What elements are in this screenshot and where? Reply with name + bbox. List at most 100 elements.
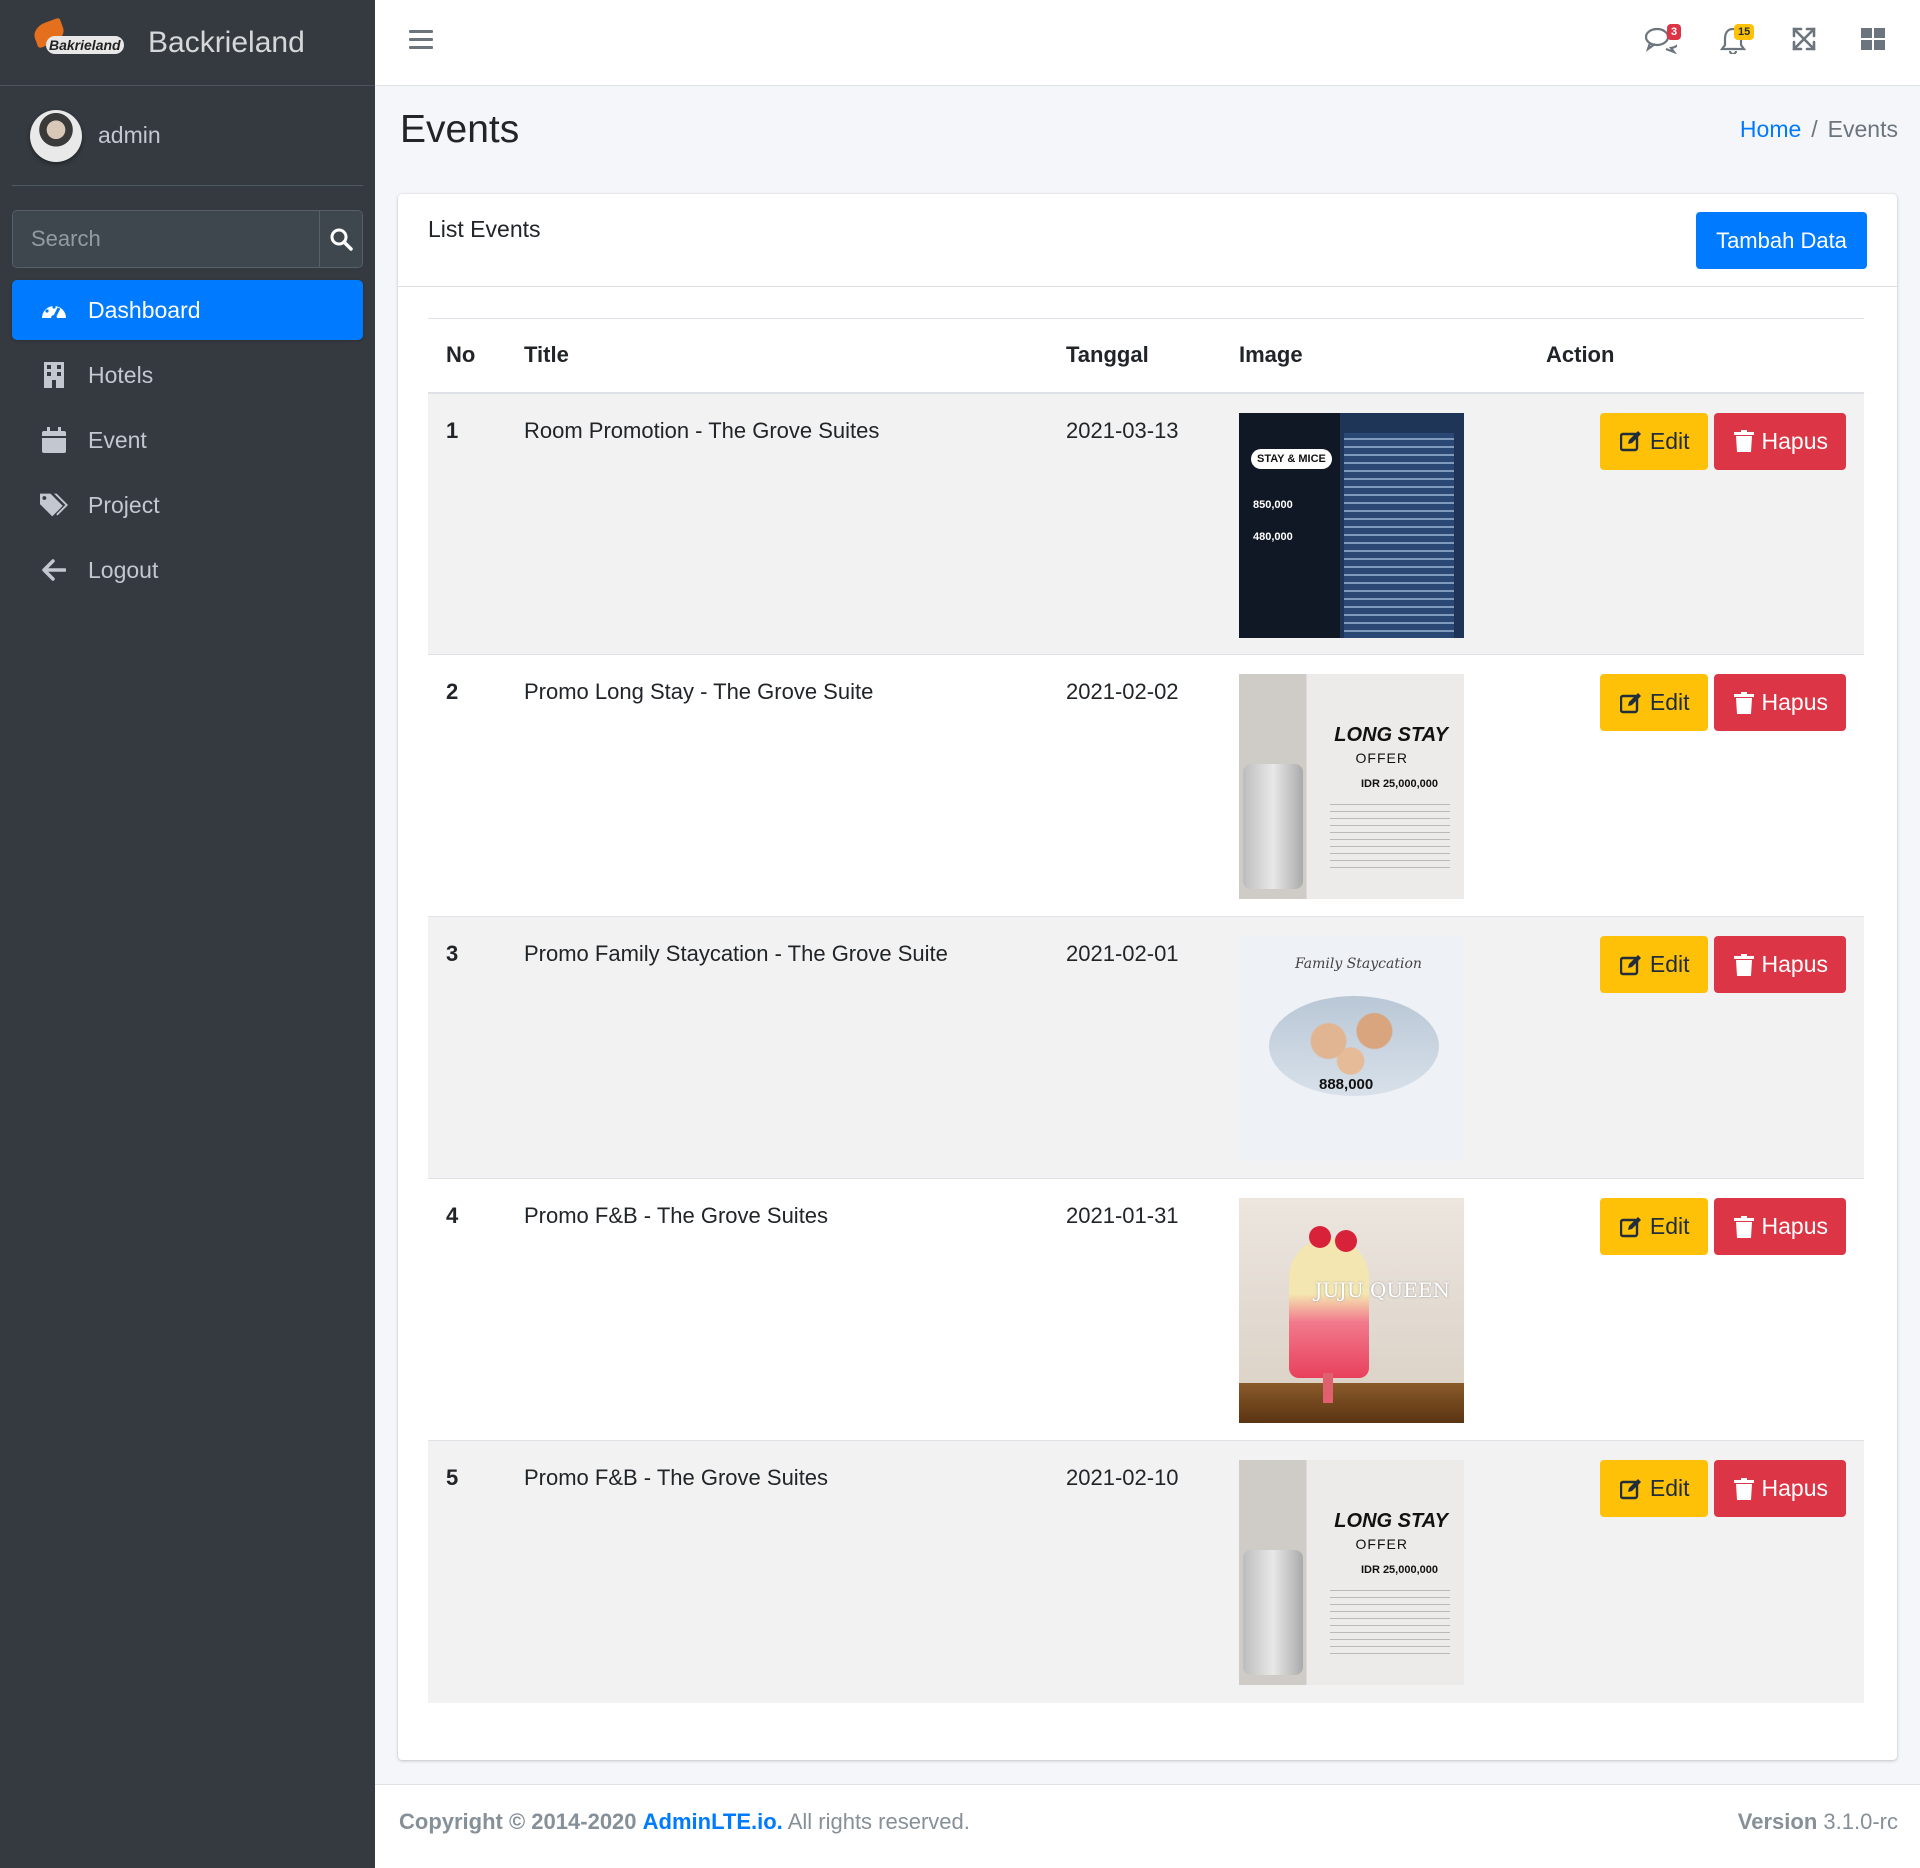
table-row: 1 Room Promotion - The Grove Suites 2021… <box>428 392 1864 655</box>
breadcrumb-home-link[interactable]: Home <box>1740 116 1801 142</box>
delete-label: Hapus <box>1761 1475 1828 1501</box>
edit-button[interactable]: Edit <box>1599 1198 1708 1255</box>
event-image: STAY & MICE 850,000 480,000 <box>1239 412 1464 638</box>
row-title: Promo F&B - The Grove Suites <box>506 1178 1048 1441</box>
brand-link[interactable]: Bakrieland Backrieland <box>0 0 375 86</box>
edit-label: Edit <box>1649 1475 1690 1501</box>
column-header-image: Image <box>1221 318 1528 394</box>
sidebar-item-hotels[interactable]: Hotels <box>12 345 363 405</box>
edit-icon <box>1619 692 1641 713</box>
row-actions: Edit Hapus <box>1546 674 1864 731</box>
row-actions: Edit Hapus <box>1546 936 1864 993</box>
avatar <box>30 109 82 162</box>
brand-name: Backrieland <box>148 25 305 59</box>
edit-label: Edit <box>1649 427 1690 454</box>
table-row: 2 Promo Long Stay - The Grove Suite 2021… <box>428 654 1864 917</box>
search-button[interactable] <box>319 211 362 267</box>
row-actions: Edit Hapus <box>1546 1460 1864 1517</box>
trash-icon <box>1733 1477 1754 1500</box>
event-image: JUJU QUEEN <box>1239 1198 1464 1423</box>
sidebar-item-dashboard[interactable]: Dashboard <box>12 280 363 340</box>
page-title: Events <box>400 108 520 151</box>
add-data-button[interactable]: Tambah Data <box>1696 212 1867 269</box>
notifications-dropdown[interactable]: 15 <box>1719 24 1755 58</box>
arrow-left-icon <box>40 556 68 584</box>
edit-button[interactable]: Edit <box>1599 674 1708 731</box>
event-image: LONG STAY OFFER IDR 25,000,000 <box>1239 674 1464 899</box>
sidebar-item-logout[interactable]: Logout <box>12 540 363 600</box>
edit-label: Edit <box>1649 1213 1690 1239</box>
messages-badge: 3 <box>1667 24 1682 40</box>
sidebar-item-label: Project <box>88 491 160 518</box>
row-date: 2021-02-10 <box>1048 1440 1221 1703</box>
trash-icon <box>1733 953 1754 976</box>
trash-icon <box>1733 1215 1754 1238</box>
sidebar-item-project[interactable]: Project <box>12 475 363 535</box>
delete-button[interactable]: Hapus <box>1713 674 1846 731</box>
row-title: Promo Long Stay - The Grove Suite <box>506 654 1048 917</box>
brand-logo: Bakrieland <box>30 17 130 68</box>
user-panel: admin <box>12 86 363 186</box>
row-actions: Edit Hapus <box>1546 412 1864 470</box>
edit-button[interactable]: Edit <box>1599 1460 1708 1517</box>
events-table: No Title Tanggal Image Action 1 Room Pro… <box>428 318 1864 1703</box>
column-header-title: Title <box>506 318 1048 394</box>
tags-icon <box>40 491 68 519</box>
table-row: 4 Promo F&B - The Grove Suites 2021-01-3… <box>428 1178 1864 1441</box>
user-name-link[interactable]: admin <box>98 122 161 149</box>
breadcrumb: Home / Events <box>1740 116 1898 143</box>
row-title: Room Promotion - The Grove Suites <box>506 392 1048 655</box>
event-image: Family Staycation 888,000 <box>1239 936 1464 1161</box>
card-title: List Events <box>428 216 541 242</box>
edit-label: Edit <box>1649 951 1690 977</box>
delete-label: Hapus <box>1761 689 1828 715</box>
sidebar-item-event[interactable]: Event <box>12 410 363 470</box>
events-card: List Events Tambah Data No Title Tanggal… <box>398 194 1897 1760</box>
row-date: 2021-02-02 <box>1048 654 1221 917</box>
edit-icon <box>1619 954 1641 975</box>
delete-label: Hapus <box>1761 951 1828 977</box>
table-header-row: No Title Tanggal Image Action <box>428 318 1864 394</box>
row-number: 3 <box>428 916 506 1179</box>
building-icon <box>40 361 68 389</box>
main-footer: Copyright © 2014-2020 AdminLTE.io. All r… <box>375 1784 1920 1868</box>
sidebar-item-label: Dashboard <box>88 296 201 323</box>
table-row: 3 Promo Family Staycation - The Grove Su… <box>428 916 1864 1179</box>
edit-icon <box>1619 1478 1641 1499</box>
edit-button[interactable]: Edit <box>1599 412 1708 470</box>
row-date: 2021-01-31 <box>1048 1178 1221 1441</box>
delete-button[interactable]: Hapus <box>1713 1198 1846 1255</box>
edit-icon <box>1619 1216 1641 1237</box>
trash-icon <box>1733 430 1754 452</box>
main-sidebar: Bakrieland Backrieland admin Dashboard H… <box>0 0 375 1868</box>
sidebar-item-label: Logout <box>88 556 159 583</box>
menu-toggle-icon[interactable] <box>409 30 433 52</box>
control-sidebar-toggle[interactable] <box>1860 26 1892 58</box>
row-date: 2021-02-01 <box>1048 916 1221 1179</box>
th-large-icon <box>1861 28 1885 50</box>
tachometer-icon <box>40 296 68 324</box>
row-actions: Edit Hapus <box>1546 1198 1864 1255</box>
messages-dropdown[interactable]: 3 <box>1644 24 1682 58</box>
sidebar-nav: Dashboard Hotels Event Project Logout <box>12 280 363 600</box>
edit-button[interactable]: Edit <box>1599 936 1708 993</box>
delete-button[interactable]: Hapus <box>1713 412 1846 470</box>
fullscreen-toggle[interactable] <box>1791 26 1823 58</box>
copyright: Copyright © 2014-2020 AdminLTE.io. All r… <box>399 1809 970 1834</box>
row-title: Promo F&B - The Grove Suites <box>506 1440 1048 1703</box>
sidebar-search <box>12 210 363 268</box>
version-info: Version 3.1.0-rc <box>1737 1809 1898 1834</box>
search-input[interactable] <box>13 211 319 267</box>
delete-button[interactable]: Hapus <box>1713 936 1846 993</box>
delete-label: Hapus <box>1761 1213 1828 1239</box>
sidebar-item-label: Event <box>88 426 147 453</box>
search-icon <box>330 228 353 251</box>
delete-button[interactable]: Hapus <box>1713 1460 1846 1517</box>
breadcrumb-current: Events <box>1827 116 1898 142</box>
top-navbar: 3 15 <box>375 0 1920 86</box>
row-number: 4 <box>428 1178 506 1441</box>
sidebar-item-label: Hotels <box>88 361 154 388</box>
adminlte-link[interactable]: AdminLTE.io. <box>643 1809 783 1834</box>
logo-text: Bakrieland <box>46 35 124 54</box>
column-header-date: Tanggal <box>1048 318 1221 394</box>
